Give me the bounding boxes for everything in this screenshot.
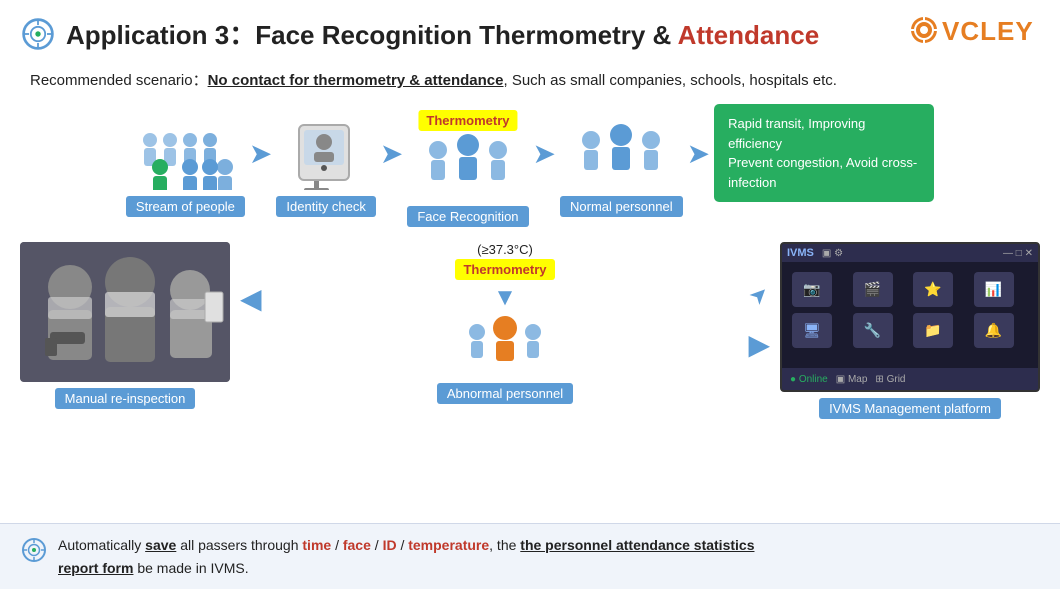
manual-label: Manual re-inspection — [55, 388, 196, 409]
abnormal-label: Abnormal personnel — [437, 383, 573, 404]
svg-text:VCLEY: VCLEY — [942, 16, 1034, 46]
bottom-text: Automatically save all passers through t… — [58, 534, 754, 579]
title-highlight: Attendance — [678, 20, 820, 50]
node-stream: Stream of people — [126, 120, 245, 217]
ivms-label: IVMS Management platform — [819, 398, 1001, 419]
identity-label: Identity check — [276, 196, 376, 217]
green-line1: Rapid transit, Improving efficiency — [728, 116, 865, 151]
arrow-2: ➤ — [380, 137, 403, 170]
auto-text: Automatically — [58, 537, 145, 553]
header: Application 3：Face Recognition Thermomet… — [0, 0, 1060, 63]
green-outcome-box: Rapid transit, Improving efficiency Prev… — [714, 104, 934, 202]
ivms-section: IVMS ▣ ⚙ — □ ✕ 📷 🎬 ⭐ — [780, 242, 1040, 419]
temp-section: (≥37.3°C) Thermometry — [455, 242, 554, 282]
comma-text: , the — [489, 537, 520, 553]
arrow-1: ➤ — [249, 137, 272, 170]
face-recognition-label: Face Recognition — [407, 206, 528, 227]
slash3: / — [397, 537, 409, 553]
node-normal: Normal personnel — [560, 120, 683, 217]
stats-text: the personnel attendance statistics — [520, 537, 754, 553]
arrow-to-photo: ◀ — [240, 282, 262, 315]
green-line2: Prevent congestion, Avoid cross-infectio… — [728, 155, 917, 190]
thermometry-badge: Thermometry — [418, 110, 517, 131]
main-content: Stream of people ➤ Identity check — [0, 94, 1060, 419]
save-text: save — [145, 537, 176, 553]
ivms-icon-4: 📊 — [974, 272, 1014, 307]
title-prefix: Application 3： — [66, 20, 255, 50]
flow-diagram: Stream of people ➤ Identity check — [20, 104, 1040, 232]
ivms-icon-3: ⭐ — [913, 272, 953, 307]
title-middle: Face Recognition Thermometry & — [255, 20, 677, 50]
passers-text: all passers through — [176, 537, 302, 553]
bottom-target-icon — [20, 536, 48, 564]
ivms-icons-grid: 📷 🎬 ⭐ 📊 🖥 🔧 — [782, 262, 1038, 358]
ivms-icon-7: 📁 — [913, 313, 953, 348]
stream-label: Stream of people — [126, 196, 245, 217]
target-icon — [20, 16, 56, 52]
slash2: / — [371, 537, 383, 553]
bottom-bar: Automatically save all passers through t… — [0, 523, 1060, 589]
scenario-highlight: No contact for thermometry & attendance — [208, 72, 504, 89]
temp-text: (≥37.3°C) — [455, 242, 554, 257]
arrow-down: ▼ — [493, 286, 517, 310]
ivms-icon-1: 📷 — [792, 272, 832, 307]
scenario-label: Recommended scenario： — [30, 72, 208, 89]
id-text: ID — [383, 537, 397, 553]
ivms-icon-5: 🖥 — [792, 313, 832, 348]
time-text: time — [302, 537, 331, 553]
ivms-icon-2: 🎬 — [853, 272, 893, 307]
scenario-bar: Recommended scenario：No contact for ther… — [0, 63, 1060, 94]
logo: VCLEY — [910, 10, 1040, 57]
arrow-3: ➤ — [533, 137, 556, 170]
arrows-right-diagonal: ➤ ▶ — [748, 282, 770, 361]
photo-section: Manual re-inspection — [20, 242, 230, 409]
report-text: report form — [58, 560, 133, 576]
center-section: (≥37.3°C) Thermometry ▼ Abnormal personn… — [272, 242, 739, 404]
ivms-icon-8: 🔔 — [974, 313, 1014, 348]
end-text: be made in IVMS. — [133, 560, 248, 576]
node-identity: Identity check — [276, 120, 376, 217]
photo-box — [20, 242, 230, 382]
normal-label: Normal personnel — [560, 196, 683, 217]
node-face-recognition: Thermometry Face Recognition — [407, 110, 528, 227]
lower-area: Manual re-inspection ◀ (≥37.3°C) Thermom… — [20, 242, 1040, 419]
face-text: face — [343, 537, 371, 553]
scenario-rest: , Such as small companies, schools, hosp… — [503, 72, 837, 89]
page-title: Application 3：Face Recognition Thermomet… — [66, 15, 819, 52]
arrow-4: ➤ — [687, 137, 710, 170]
temperature-text: temperature — [408, 537, 489, 553]
ivms-screen: IVMS ▣ ⚙ — □ ✕ 📷 🎬 ⭐ — [780, 242, 1040, 392]
thermometry-badge2: Thermometry — [455, 259, 554, 280]
ivms-title-bar: IVMS ▣ ⚙ — □ ✕ — [782, 244, 1038, 262]
ivms-icon-6: 🔧 — [853, 313, 893, 348]
slash1: / — [331, 537, 343, 553]
